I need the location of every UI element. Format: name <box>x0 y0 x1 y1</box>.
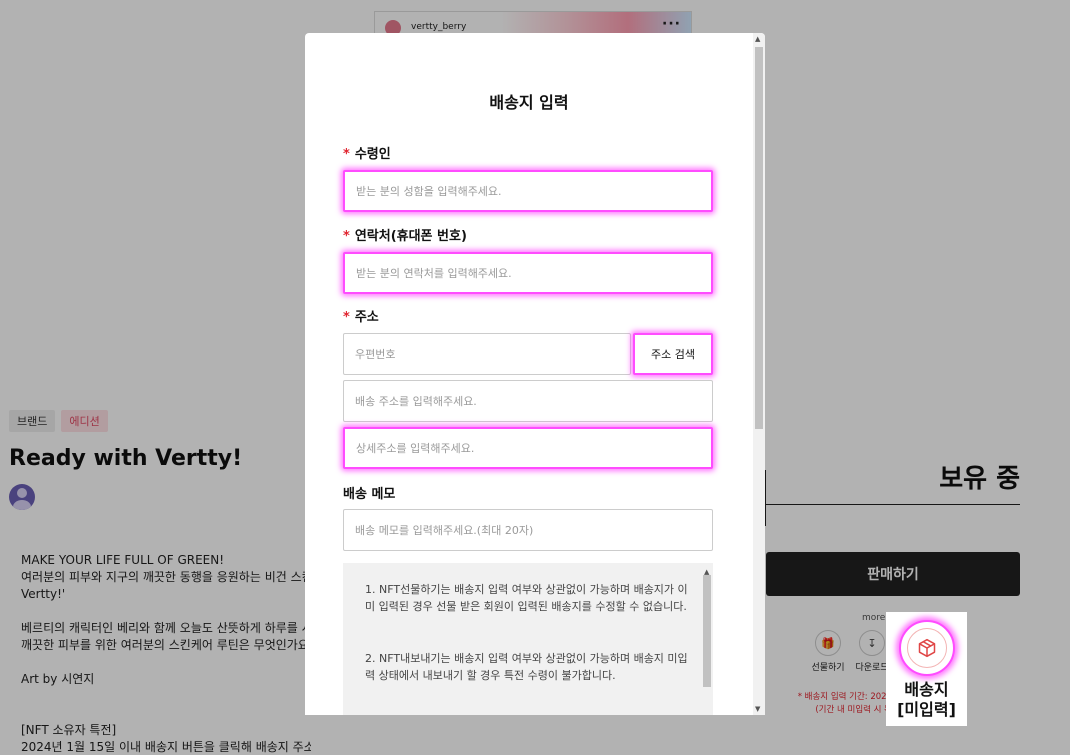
label-line: [미입력] <box>897 700 956 719</box>
notice-box[interactable]: 1. NFT선물하기는 배송지 입력 여부와 상관없이 가능하며 배송지가 이미… <box>343 563 713 715</box>
address-label: * 주소 <box>343 306 379 325</box>
package-icon <box>906 628 947 668</box>
notice-scrollbar[interactable]: ▲ <box>701 563 713 715</box>
memo-input[interactable]: 배송 메모를 입력해주세요.(최대 20자) <box>343 509 713 551</box>
label-text: 연락처(휴대폰 번호) <box>354 229 467 244</box>
placeholder: 배송 주소를 입력해주세요. <box>355 395 477 408</box>
notice-item: 2. NFT내보내기는 배송지 입력 여부와 상관없이 가능하며 배송지 미입력… <box>365 652 688 682</box>
phone-input[interactable]: 받는 분의 연락처를 입력해주세요. <box>343 252 713 294</box>
placeholder: 받는 분의 연락처를 입력해주세요. <box>356 267 512 280</box>
placeholder: 받는 분의 성함을 입력해주세요. <box>356 185 502 198</box>
address-search-button[interactable]: 주소 검색 <box>633 333 713 375</box>
zipcode-input[interactable]: 우편번호 <box>343 333 631 375</box>
shipping-button-ring[interactable] <box>898 620 955 676</box>
required-mark: * <box>343 229 350 244</box>
address-input[interactable]: 배송 주소를 입력해주세요. <box>343 380 713 422</box>
placeholder: 상세주소를 입력해주세요. <box>356 442 475 455</box>
modal-title: 배송지 입력 <box>489 93 569 112</box>
shipping-address-button[interactable]: 배송지 [미입력] <box>886 612 967 726</box>
modal-scrollbar[interactable]: ▲ ▼ <box>753 33 765 715</box>
required-mark: * <box>343 310 350 325</box>
notice-scroll-thumb[interactable] <box>703 575 711 687</box>
required-mark: * <box>343 147 350 162</box>
recipient-label: * 수령인 <box>343 143 391 162</box>
scroll-down-arrow-icon[interactable]: ▼ <box>755 705 760 713</box>
shipping-button-label: 배송지 [미입력] <box>886 680 967 720</box>
placeholder: 배송 메모를 입력해주세요.(최대 20자) <box>355 524 534 537</box>
placeholder: 우편번호 <box>355 348 396 361</box>
recipient-name-input[interactable]: 받는 분의 성함을 입력해주세요. <box>343 170 713 212</box>
memo-label: 배송 메모 <box>343 487 396 502</box>
label-text: 수령인 <box>354 147 391 162</box>
detail-address-input[interactable]: 상세주소를 입력해주세요. <box>343 427 713 469</box>
label-text: 주소 <box>354 310 379 325</box>
shipping-address-modal: 배송지 입력 * 수령인 받는 분의 성함을 입력해주세요. * 연락처(휴대폰 번… <box>305 33 765 715</box>
phone-label: * 연락처(휴대폰 번호) <box>343 225 467 244</box>
label-line: 배송지 <box>904 680 949 699</box>
scroll-up-arrow-icon[interactable]: ▲ <box>755 35 760 43</box>
modal-scroll-thumb[interactable] <box>755 47 763 429</box>
notice-item: 1. NFT선물하기는 배송지 입력 여부와 상관없이 가능하며 배송지가 이미… <box>365 583 688 613</box>
